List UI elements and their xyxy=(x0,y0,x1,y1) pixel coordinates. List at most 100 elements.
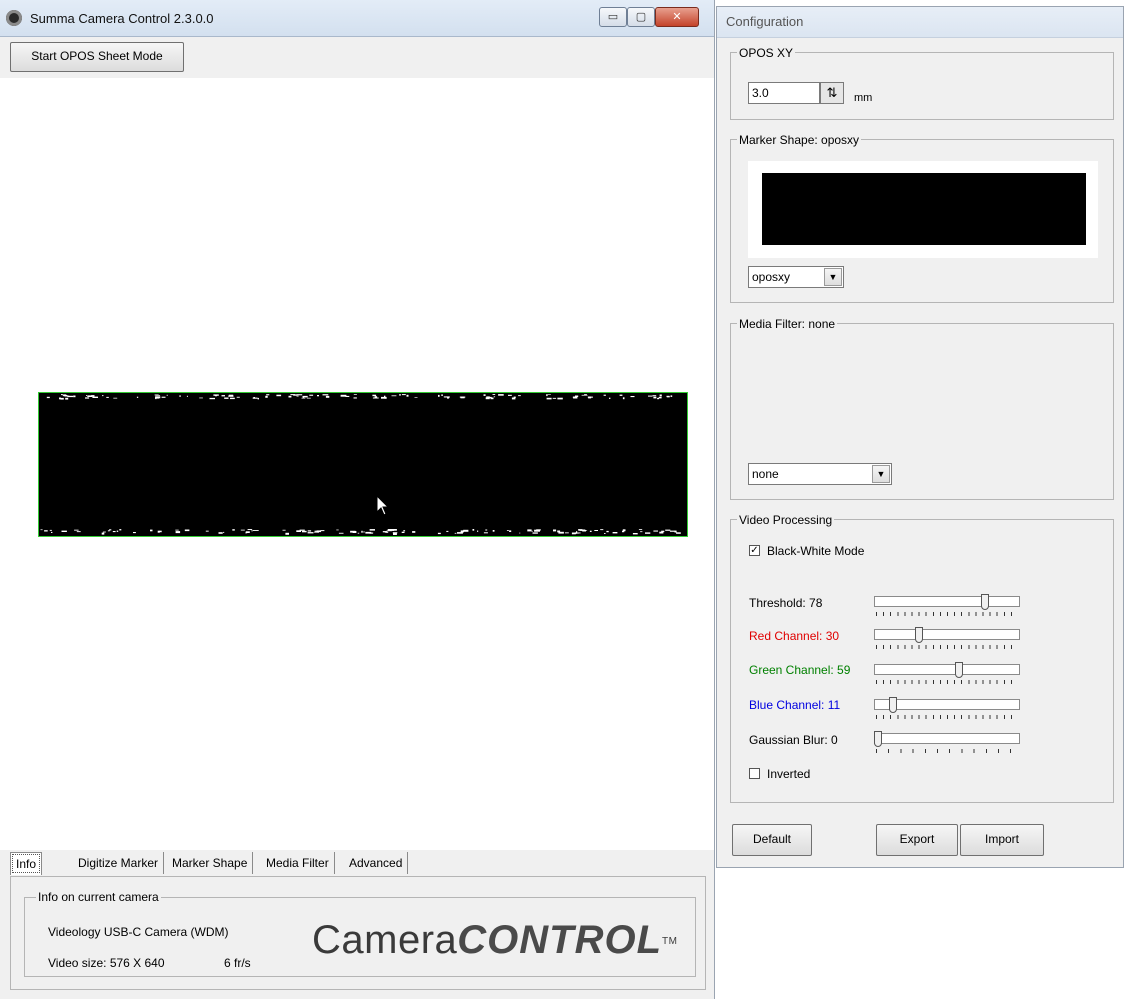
camera-name: Videology USB-C Camera (WDM) xyxy=(48,925,229,939)
video-noise-speck xyxy=(336,529,339,531)
inverted-checkbox[interactable] xyxy=(749,768,760,779)
video-noise-speck xyxy=(322,394,329,396)
video-noise-speck xyxy=(490,397,494,400)
video-noise-speck xyxy=(594,530,598,531)
video-noise-speck xyxy=(573,396,578,399)
tab-info[interactable]: Info xyxy=(10,852,43,875)
chevron-down-icon[interactable]: ▼ xyxy=(872,465,890,483)
tab-advanced[interactable]: Advanced xyxy=(344,852,409,874)
video-noise-speck xyxy=(546,394,548,397)
slider-thumb[interactable] xyxy=(981,594,989,610)
video-noise-speck xyxy=(316,530,320,532)
video-noise-speck xyxy=(558,531,564,534)
video-noise-speck xyxy=(116,530,119,532)
marker-shape-select[interactable]: oposxy ▼ xyxy=(748,266,844,288)
video-noise-speck xyxy=(659,394,662,397)
slider-thumb[interactable] xyxy=(874,731,882,747)
video-noise-speck xyxy=(307,530,312,532)
black-white-mode-checkbox[interactable]: ✓ xyxy=(749,545,760,556)
video-noise-speck xyxy=(150,529,153,532)
export-button[interactable]: Export xyxy=(876,824,958,856)
video-noise-speck xyxy=(157,530,160,533)
opos-xy-input[interactable]: 3.0 xyxy=(748,82,820,104)
video-noise-speck xyxy=(391,529,397,531)
video-noise-speck xyxy=(361,530,363,533)
slider-thumb[interactable] xyxy=(915,627,923,643)
spin-arrows-icon: ⇅ xyxy=(826,85,838,100)
video-noise-speck xyxy=(107,530,110,532)
red-channel-label: Red Channel: 30 xyxy=(749,629,840,643)
video-noise-speck xyxy=(232,529,235,531)
video-noise-speck xyxy=(609,397,611,399)
video-noise-speck xyxy=(576,531,578,533)
video-noise-speck xyxy=(648,395,653,397)
frame-rate: 6 fr/s xyxy=(224,956,251,970)
opos-xy-spinner[interactable]: ⇅ xyxy=(820,82,844,104)
video-noise-speck xyxy=(437,532,441,535)
chevron-down-icon[interactable]: ▼ xyxy=(824,268,842,286)
tab-digitize-marker[interactable]: Digitize Marker xyxy=(73,852,165,874)
video-noise-speck xyxy=(357,532,360,534)
threshold-slider[interactable] xyxy=(874,594,1020,616)
video-noise-speck xyxy=(74,529,79,531)
gaussian-blur-slider[interactable] xyxy=(874,731,1020,753)
window-title: Summa Camera Control 2.3.0.0 xyxy=(30,11,214,26)
video-noise-speck xyxy=(382,531,387,533)
default-button[interactable]: Default xyxy=(732,824,812,856)
video-noise-speck xyxy=(101,532,105,535)
video-noise-speck xyxy=(296,530,301,532)
tab-marker-shape[interactable]: Marker Shape xyxy=(167,852,254,874)
video-noise-speck xyxy=(236,396,240,398)
media-filter-select[interactable]: none ▼ xyxy=(748,463,892,485)
inverted-label: Inverted xyxy=(767,767,811,781)
video-noise-speck xyxy=(460,531,464,533)
video-noise-speck xyxy=(112,531,116,533)
slider-thumb[interactable] xyxy=(955,662,963,678)
video-noise-speck xyxy=(676,532,681,534)
video-noise-speck xyxy=(44,530,48,532)
video-noise-speck xyxy=(363,531,365,533)
video-noise-speck xyxy=(584,394,587,395)
video-noise-speck xyxy=(498,394,504,396)
video-noise-speck xyxy=(381,396,387,399)
video-size: Video size: 576 X 640 xyxy=(48,956,165,970)
video-noise-speck xyxy=(619,394,623,396)
video-noise-speck xyxy=(485,529,488,531)
video-noise-speck xyxy=(230,397,235,400)
close-button[interactable]: ✕ xyxy=(655,7,699,27)
start-opos-sheet-mode-button[interactable]: Start OPOS Sheet Mode xyxy=(10,42,184,72)
video-noise-speck xyxy=(67,395,74,398)
video-noise-speck xyxy=(412,531,416,533)
video-processing-legend: Video Processing xyxy=(737,513,835,527)
video-noise-speck xyxy=(369,529,375,531)
info-groupbox-legend: Info on current camera xyxy=(36,890,161,904)
camera-app-icon[interactable] xyxy=(6,10,22,26)
video-noise-speck xyxy=(265,395,268,398)
red-channel-slider[interactable] xyxy=(874,627,1020,649)
video-noise-speck xyxy=(179,395,181,397)
video-noise-speck xyxy=(113,397,118,399)
video-noise-speck xyxy=(658,396,662,399)
video-noise-speck xyxy=(65,397,69,400)
import-button[interactable]: Import xyxy=(960,824,1044,856)
green-channel-slider[interactable] xyxy=(874,662,1020,684)
video-noise-speck xyxy=(240,529,245,531)
video-noise-speck xyxy=(86,395,88,396)
opos-xy-unit: mm xyxy=(854,92,873,104)
video-noise-speck xyxy=(640,531,643,533)
blue-channel-slider[interactable] xyxy=(874,697,1020,719)
video-noise-speck xyxy=(340,394,347,397)
tab-media-filter[interactable]: Media Filter xyxy=(261,852,335,874)
slider-thumb[interactable] xyxy=(889,697,897,713)
video-noise-speck xyxy=(46,396,50,399)
video-noise-speck xyxy=(213,394,219,396)
black-white-mode-label: Black-White Mode xyxy=(767,544,865,558)
video-noise-speck xyxy=(338,532,344,534)
maximize-button[interactable]: ▢ xyxy=(627,7,655,27)
video-noise-speck xyxy=(463,529,469,532)
video-noise-speck xyxy=(552,397,557,399)
minimize-button[interactable]: ▭ xyxy=(599,7,627,27)
video-noise-speck xyxy=(133,532,136,534)
video-noise-speck xyxy=(587,396,593,398)
video-noise-speck xyxy=(674,530,677,533)
